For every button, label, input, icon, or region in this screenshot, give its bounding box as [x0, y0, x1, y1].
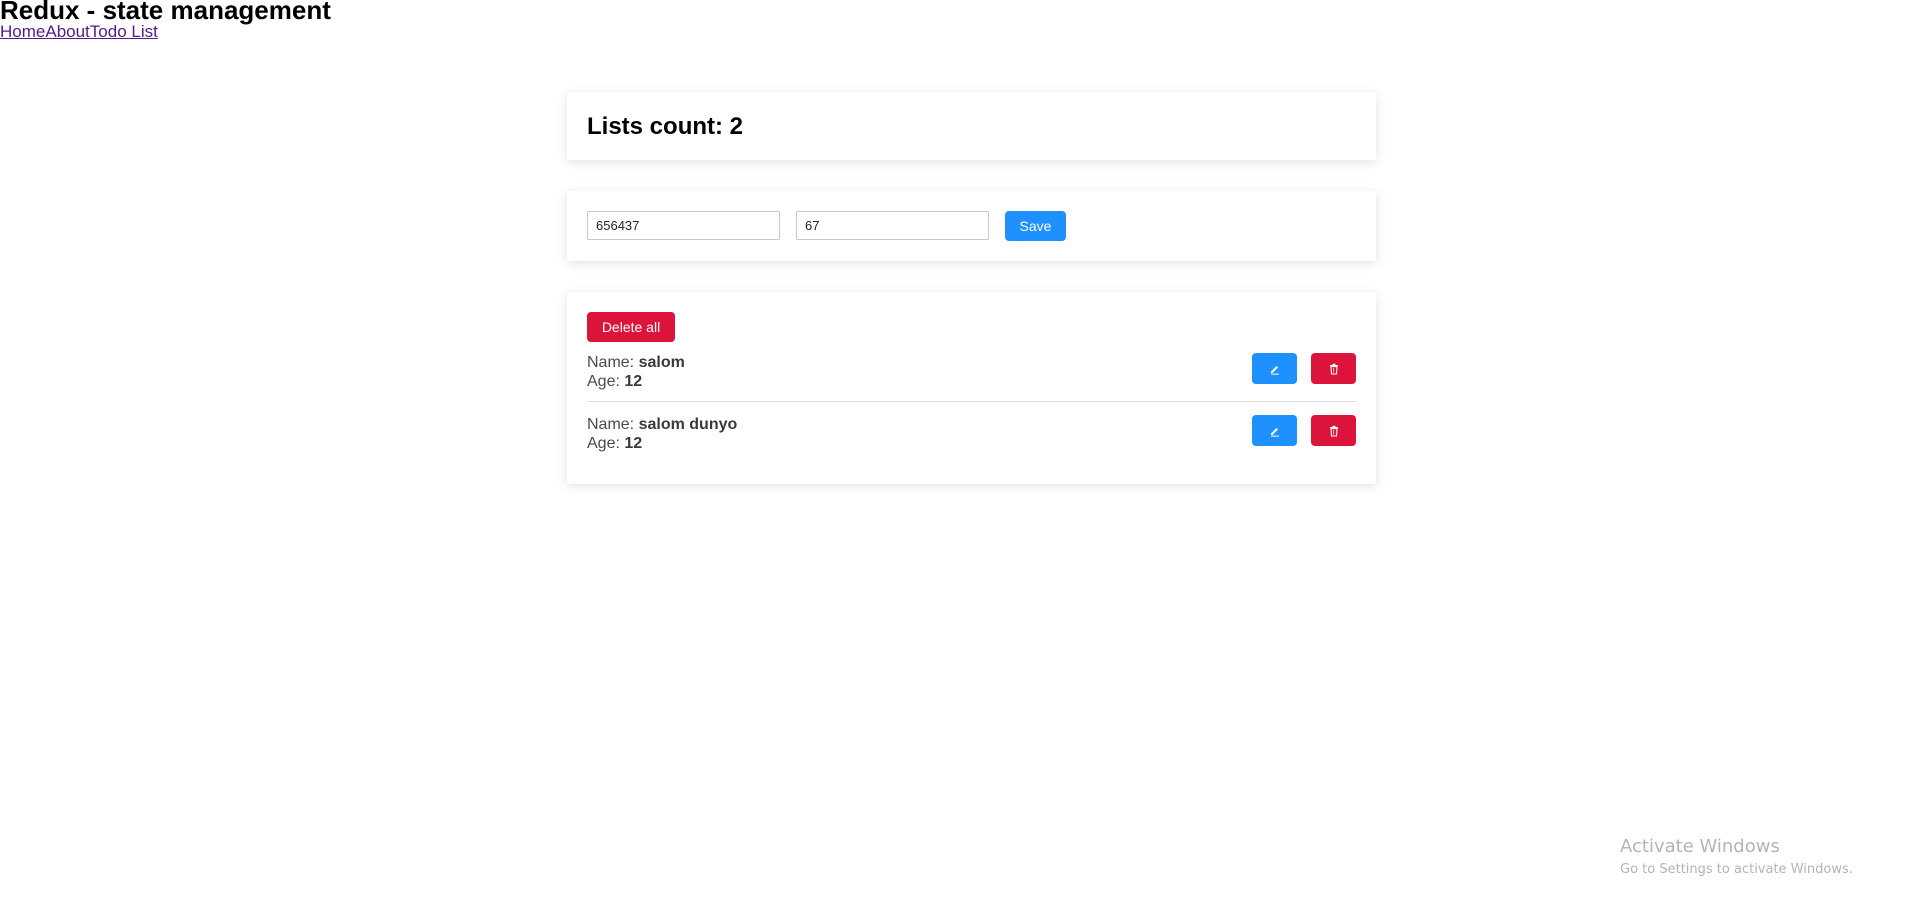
count-card: Lists count: 2 [567, 92, 1376, 160]
list-item: Name: salom dunyo Age: 12 [587, 415, 1356, 467]
edit-button[interactable] [1252, 415, 1297, 446]
item-age-value: 12 [624, 435, 643, 452]
add-form-card: Save [567, 191, 1376, 261]
item-age-line: Age: 12 [587, 372, 1356, 391]
age-label: Age: [587, 373, 625, 390]
item-name-line: Name: salom dunyo [587, 415, 1356, 434]
list-item: Name: salom Age: 12 [587, 353, 1356, 405]
pencil-icon [1270, 365, 1279, 375]
nav-link-about[interactable]: About [45, 22, 89, 41]
main-nav: HomeAboutTodo List [0, 22, 158, 42]
delete-button[interactable] [1311, 415, 1356, 446]
lists-count-heading: Lists count: 2 [587, 113, 744, 140]
name-label: Name: [587, 416, 639, 433]
edit-button[interactable] [1252, 353, 1297, 384]
trash-icon [1329, 363, 1338, 375]
trash-icon [1329, 425, 1338, 437]
item-name-line: Name: salom [587, 353, 1356, 372]
item-age-value: 12 [624, 373, 643, 390]
pencil-icon [1270, 427, 1279, 437]
name-input[interactable] [587, 211, 780, 240]
item-name-value: salom [638, 354, 685, 371]
age-label: Age: [587, 435, 625, 452]
name-label: Name: [587, 354, 639, 371]
nav-link-todo-list[interactable]: Todo List [90, 22, 158, 41]
item-age-line: Age: 12 [587, 434, 1356, 453]
watermark-subtitle: Go to Settings to activate Windows. [1620, 862, 1853, 877]
watermark-title: Activate Windows [1620, 836, 1780, 857]
list-divider [587, 401, 1356, 402]
delete-all-button[interactable]: Delete all [587, 312, 675, 342]
app-title: Redux - state management [0, 0, 331, 25]
list-card: Delete all Name: salom Age: 12 Name: sal… [567, 292, 1376, 484]
nav-link-home[interactable]: Home [0, 22, 45, 41]
delete-button[interactable] [1311, 353, 1356, 384]
age-input[interactable] [796, 211, 989, 240]
item-name-value: salom dunyo [638, 416, 738, 433]
save-button[interactable]: Save [1005, 211, 1066, 241]
windows-activation-watermark: Activate Windows Go to Settings to activ… [1620, 836, 1853, 878]
